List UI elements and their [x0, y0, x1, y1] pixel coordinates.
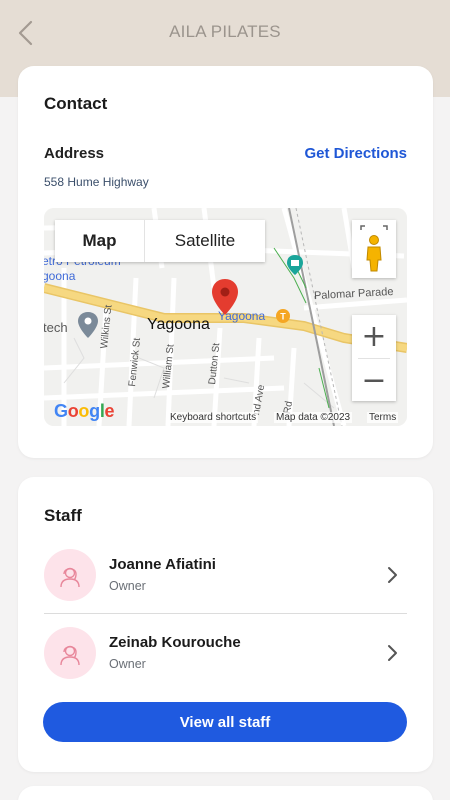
staff-heading: Staff — [44, 506, 82, 525]
avatar — [44, 627, 96, 679]
zoom-out-button[interactable]: − — [352, 359, 396, 402]
person-icon — [60, 567, 80, 588]
map-poi-green-icon — [287, 255, 303, 275]
address-label: Address — [44, 145, 105, 162]
map-marker-icon — [212, 279, 238, 315]
contact-heading: Contact — [44, 94, 108, 113]
map-label-goona: goona — [44, 269, 76, 283]
chevron-right-icon — [388, 645, 397, 661]
map-poi-pin-icon — [78, 312, 98, 338]
svg-text:T: T — [280, 312, 286, 322]
view-all-staff-button[interactable]: View all staff — [43, 702, 407, 742]
map-type-control: Map Satellite — [55, 220, 265, 262]
chevron-right-icon — [388, 567, 397, 583]
staff-divider — [44, 613, 407, 614]
pegman-icon — [360, 225, 388, 272]
street-view-pegman[interactable] — [352, 220, 396, 278]
staff-card: Staff Joanne Afiatini Owner Zeinab Kouro… — [18, 477, 433, 772]
satellite-tab[interactable]: Satellite — [145, 220, 265, 262]
staff-row[interactable]: Zeinab Kourouche Owner — [44, 618, 407, 690]
map-label-tech: tech — [44, 320, 68, 335]
person-icon — [60, 645, 80, 666]
google-logo[interactable]: Google — [54, 401, 115, 422]
get-directions-link[interactable]: Get Directions — [304, 145, 407, 162]
staff-role: Owner — [109, 657, 146, 671]
staff-row[interactable]: Joanne Afiatini Owner — [44, 540, 407, 612]
page-title: AILA PILATES — [169, 22, 281, 41]
staff-name: Joanne Afiatini — [109, 556, 216, 573]
next-card — [18, 786, 433, 800]
zoom-in-button[interactable]: + — [352, 315, 396, 358]
avatar — [44, 549, 96, 601]
map-data-credit: Map data ©2023 — [274, 412, 353, 423]
map-train-icon: T — [276, 309, 290, 323]
map-tab[interactable]: Map — [55, 220, 145, 262]
keyboard-shortcuts-link[interactable]: Keyboard shortcuts — [168, 412, 259, 423]
staff-name: Zeinab Kourouche — [109, 634, 241, 651]
zoom-control: + − — [352, 315, 396, 401]
terms-link[interactable]: Terms — [367, 412, 399, 423]
map-label-yagoona-suburb: Yagoona — [147, 316, 210, 333]
staff-role: Owner — [109, 579, 146, 593]
location-map[interactable]: etro Petroleum goona tech Palomar Parade… — [44, 208, 407, 426]
contact-card: Contact Address Get Directions 558 Hume … — [18, 66, 433, 458]
address-value: 558 Hume Highway — [44, 175, 149, 189]
